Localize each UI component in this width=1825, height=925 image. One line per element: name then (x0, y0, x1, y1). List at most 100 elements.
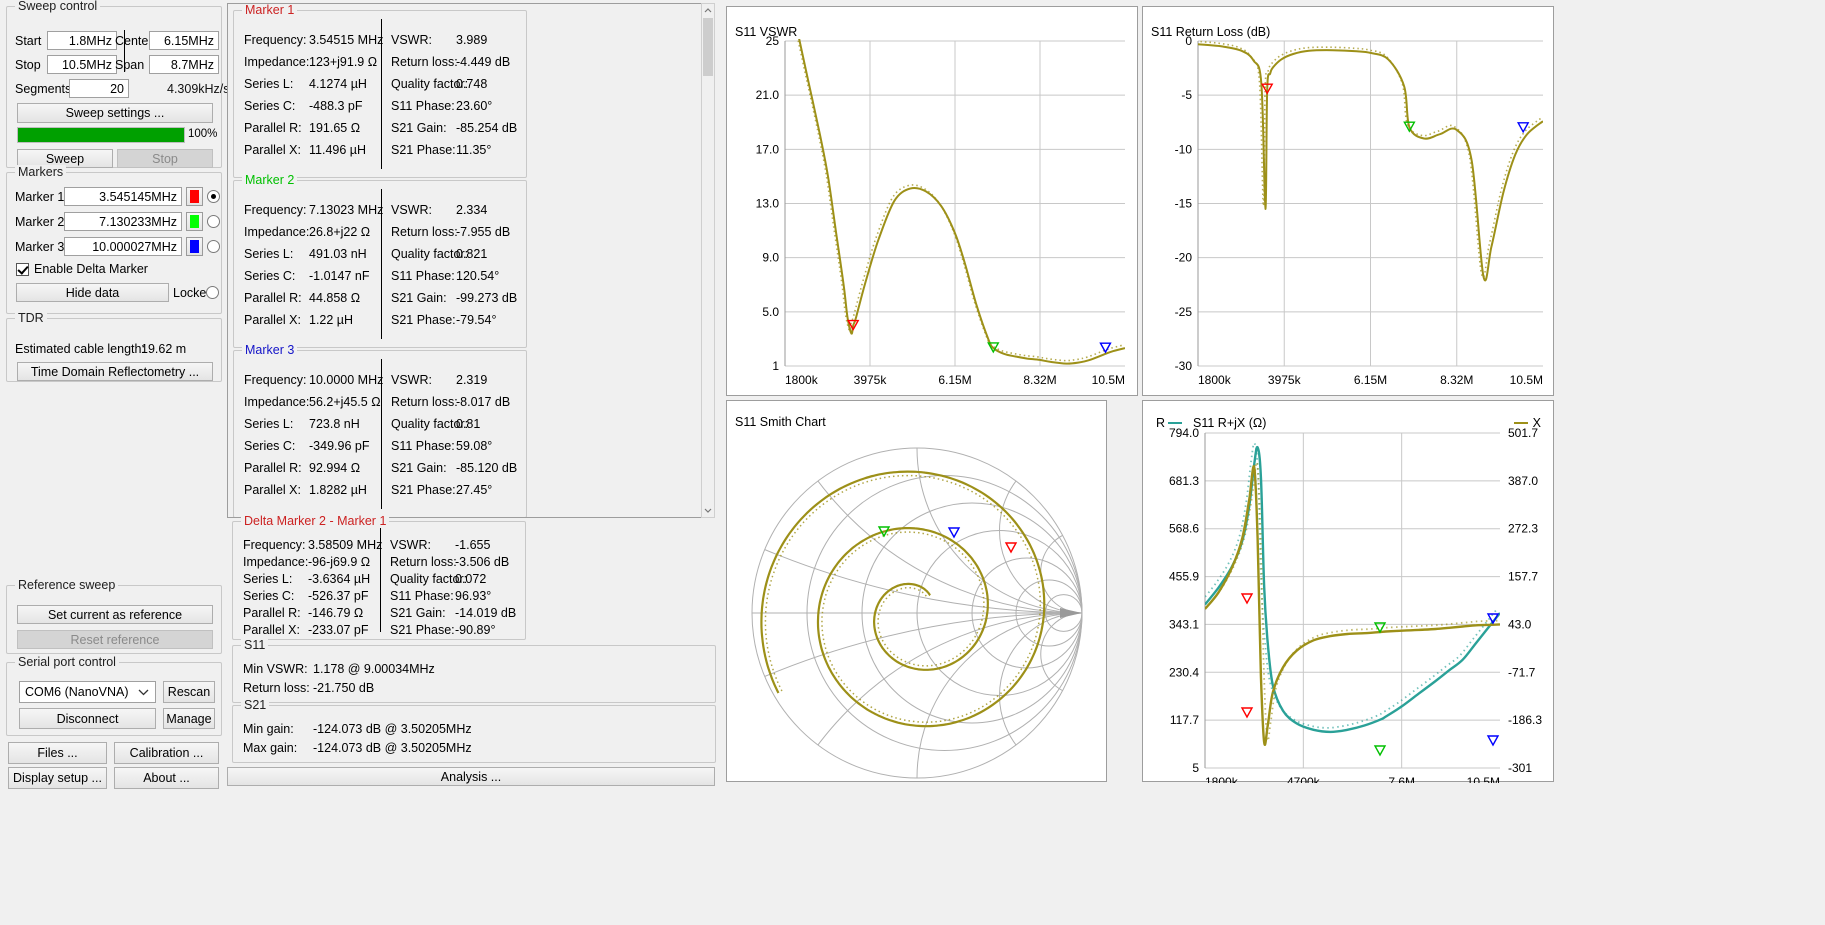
serial-port-value: COM6 (NanoVNA) (25, 685, 129, 699)
marker-3-color-swatch[interactable] (186, 237, 203, 256)
rescan-button[interactable]: Rescan (163, 681, 215, 703)
svg-text:8.32M: 8.32M (1023, 373, 1056, 387)
marker-2-color-swatch[interactable] (186, 212, 203, 231)
m1-series-c-value: -488.3 pF (309, 99, 363, 113)
m3-series-c-value: -349.96 pF (309, 439, 370, 453)
chart-s11-vswr[interactable]: S11 VSWR 25 21.0 17.0 13.0 9.0 5.0 1 1800k 3975k… (726, 6, 1138, 396)
m3-parallel-x-value: 1.8282 µH (309, 483, 367, 497)
markers-title: Markers (15, 165, 67, 179)
m2-s21-phase-value: -79.54° (456, 313, 497, 327)
marker-1-active-radio[interactable] (207, 190, 220, 203)
m2-return-loss-label: Return loss: (391, 225, 458, 239)
files-button[interactable]: Files ... (8, 742, 107, 764)
analysis-button[interactable]: Analysis ... (227, 767, 715, 786)
marker-3-frequency-input[interactable]: 10.000027MHz (64, 237, 182, 256)
stop-input[interactable]: 10.5MHz (47, 55, 117, 74)
calibration-button[interactable]: Calibration ... (114, 742, 219, 764)
enable-delta-marker-checkbox[interactable] (16, 263, 29, 276)
svg-text:4700k: 4700k (1287, 775, 1321, 783)
marker-3-data-group: Marker 3 Frequency: 10.0000 MHz Impedanc… (233, 343, 527, 517)
m3-s21-gain-value: -85.120 dB (456, 461, 518, 475)
enable-delta-marker-label: Enable Delta Marker (34, 262, 148, 276)
svg-text:8.32M: 8.32M (1440, 373, 1473, 387)
display-setup-button[interactable]: Display setup ... (8, 767, 107, 789)
scroll-down-icon[interactable] (702, 504, 714, 517)
dm-parallel-x-value: -233.07 pF (308, 623, 369, 637)
svg-text:1800k: 1800k (1205, 775, 1239, 783)
s21-summary-group: S21 Min gain: -124.073 dB @ 3.50205MHz M… (232, 698, 716, 763)
dm-vswr-value: -1.655 (455, 538, 491, 552)
scroll-up-icon[interactable] (702, 4, 714, 17)
marker-2-active-radio[interactable] (207, 215, 220, 228)
marker-2-frequency-input[interactable]: 7.130233MHz (64, 212, 182, 231)
m2-series-c-label: Series C: (244, 269, 296, 283)
marker-1-data-title: Marker 1 (242, 4, 298, 17)
segments-label: Segments (15, 82, 72, 96)
svg-text:272.3: 272.3 (1508, 522, 1538, 536)
set-current-as-reference-button[interactable]: Set current as reference (17, 605, 213, 624)
marker-data-scrollbar[interactable] (701, 3, 715, 518)
dm-frequency-value: 3.58509 MHz (308, 538, 383, 552)
svg-text:6.15M: 6.15M (1354, 373, 1387, 387)
manage-button[interactable]: Manage (163, 708, 215, 729)
about-button[interactable]: About ... (114, 767, 219, 789)
s11-return-loss-value: -21.750 dB (313, 681, 375, 695)
svg-text:1800k: 1800k (785, 373, 819, 387)
svg-text:25: 25 (766, 34, 780, 48)
svg-text:10.5M: 10.5M (1467, 775, 1500, 783)
span-input[interactable]: 8.7MHz (149, 55, 219, 74)
dm-series-c-value: -526.37 pF (308, 589, 369, 603)
disconnect-button[interactable]: Disconnect (19, 708, 156, 729)
chart-s11-smith[interactable]: S11 Smith Chart (726, 400, 1107, 782)
m3-quality-factor-value: 0.81 (456, 417, 481, 431)
marker-2-data-title: Marker 2 (242, 173, 298, 187)
svg-text:17.0: 17.0 (756, 142, 780, 156)
svg-text:5: 5 (1192, 761, 1199, 775)
svg-text:43.0: 43.0 (1508, 617, 1532, 631)
svg-text:-25: -25 (1175, 305, 1193, 319)
m1-s21-phase-label: S21 Phase: (391, 143, 456, 157)
chart-s11-return-loss[interactable]: S11 Return Loss (dB) 0 -5 -10 -15 -20 -25 -30 1… (1142, 6, 1554, 396)
scrollbar-thumb[interactable] (703, 18, 713, 76)
m1-s21-gain-value: -85.254 dB (456, 121, 518, 135)
stop-sweep-button[interactable]: Stop (117, 149, 213, 168)
svg-text:343.1: 343.1 (1169, 617, 1199, 631)
marker-1-data-group: Marker 1 Frequency: 3.54515 MHz Impedanc… (233, 4, 527, 178)
m1-vswr-label: VSWR: (391, 33, 432, 47)
center-input[interactable]: 6.15MHz (149, 31, 219, 50)
sweep-control-title: Sweep control (15, 0, 101, 13)
reference-sweep-title: Reference sweep (15, 578, 119, 592)
segments-input[interactable]: 20 (69, 79, 129, 98)
hide-data-button[interactable]: Hide data (16, 283, 169, 302)
tdr-button[interactable]: Time Domain Reflectometry ... (17, 362, 213, 381)
svg-text:-71.7: -71.7 (1508, 665, 1536, 679)
reset-reference-button[interactable]: Reset reference (17, 630, 213, 649)
serial-port-select[interactable]: COM6 (NanoVNA) (19, 681, 156, 703)
svg-text:7.6M: 7.6M (1388, 775, 1415, 783)
marker-1-color-swatch[interactable] (186, 187, 203, 206)
dm-frequency-label: Frequency: (243, 538, 306, 552)
marker-2-label: Marker 2 (15, 215, 65, 229)
start-input[interactable]: 1.8MHz (47, 31, 117, 50)
locked-radio[interactable] (206, 286, 219, 299)
m2-parallel-r-value: 44.858 Ω (309, 291, 361, 305)
svg-text:6.15M: 6.15M (938, 373, 971, 387)
svg-text:1: 1 (772, 359, 779, 373)
marker-3-label: Marker 3 (15, 240, 65, 254)
chart-s11-rjx[interactable]: R S11 R+jX (Ω) X 794.0 501.7 681.3 387.0 568… (1142, 400, 1554, 783)
marker-1-frequency-input[interactable]: 3.545145MHz (64, 187, 182, 206)
m2-frequency-label: Frequency: (244, 203, 307, 217)
svg-text:21.0: 21.0 (756, 88, 780, 102)
dm-series-c-label: Series C: (243, 589, 295, 603)
dm-s11-phase-label: S11 Phase: (390, 589, 454, 603)
m3-series-l-label: Series L: (244, 417, 294, 431)
marker-2-data-group: Marker 2 Frequency: 7.13023 MHz Impedanc… (233, 173, 527, 348)
m3-impedance-value: 56.2+j45.5 Ω (309, 395, 381, 409)
m3-s21-phase-label: S21 Phase: (391, 483, 456, 497)
marker-3-active-radio[interactable] (207, 240, 220, 253)
sweep-settings-button[interactable]: Sweep settings ... (17, 103, 213, 123)
delta-marker-title: Delta Marker 2 - Marker 1 (241, 514, 390, 528)
m1-parallel-x-label: Parallel X: (244, 143, 301, 157)
svg-text:117.7: 117.7 (1170, 713, 1199, 727)
m2-parallel-r-label: Parallel R: (244, 291, 302, 305)
